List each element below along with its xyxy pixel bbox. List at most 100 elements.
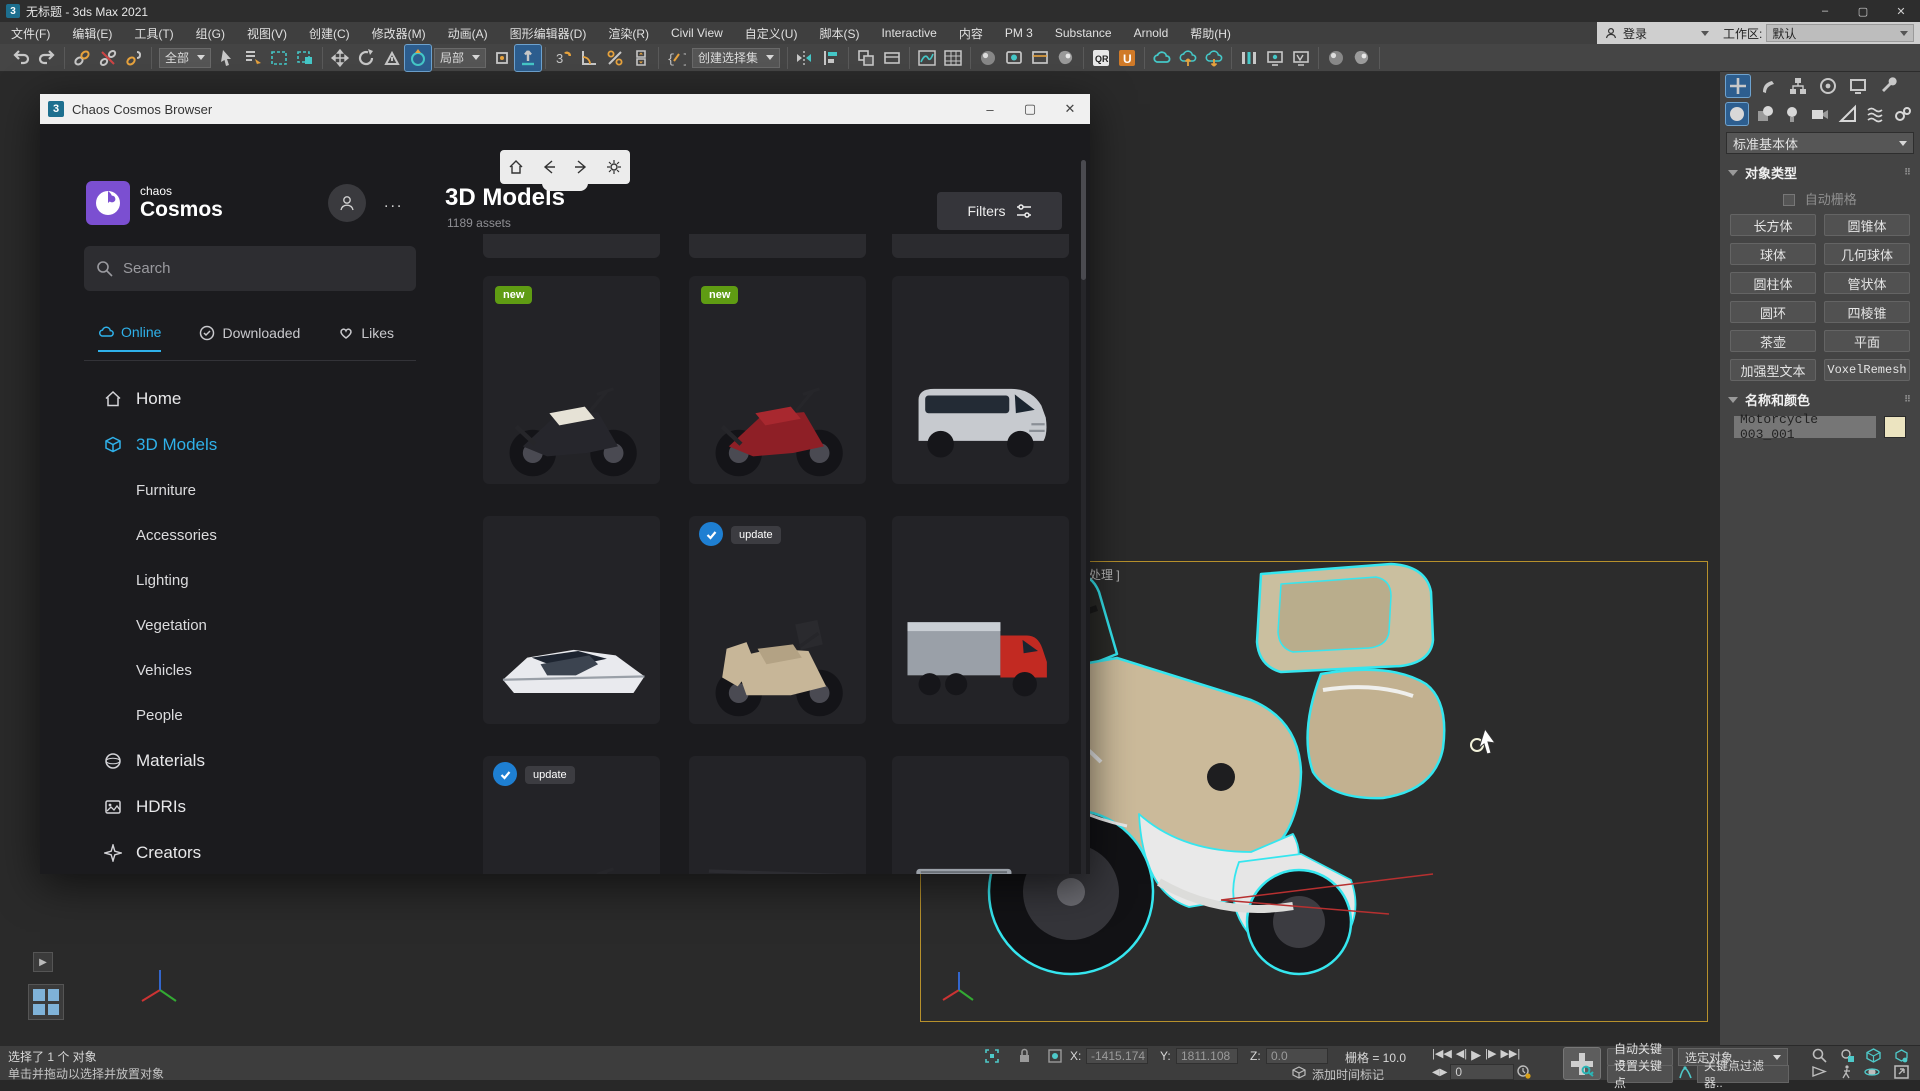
go-to-start-button[interactable]: |◀◀ — [1432, 1047, 1452, 1063]
zoom-all-icon[interactable] — [1840, 1048, 1855, 1063]
workspace-selector[interactable]: 工作区: 默认 — [1717, 22, 1920, 44]
sidebar-item-hdris[interactable]: HDRIs — [40, 784, 440, 830]
sidebar-item-people[interactable]: People — [40, 693, 440, 738]
asset-card-orange-motorcycle[interactable]: update — [483, 756, 660, 874]
asset-card-silver-van[interactable] — [892, 276, 1069, 484]
settings-gear-icon[interactable] — [606, 159, 622, 175]
percent-snap-toggle-icon[interactable] — [602, 45, 628, 71]
search-input[interactable]: Search — [84, 246, 416, 291]
asset-card-red-semi-truck[interactable] — [892, 516, 1069, 724]
menu-item-11[interactable]: Civil View — [660, 22, 734, 44]
object-type-rollout-header[interactable]: 对象类型 ⠿ — [1726, 160, 1914, 185]
ribbon-toggle-icon[interactable] — [879, 45, 905, 71]
hierarchy-tab-icon[interactable] — [1786, 75, 1810, 97]
menu-item-9[interactable]: 图形编辑器(D) — [499, 22, 598, 44]
menu-item-3[interactable]: 工具(T) — [123, 22, 184, 44]
partial-card[interactable] — [689, 234, 866, 258]
sidebar-item-lighting[interactable]: Lighting — [40, 558, 440, 603]
create-tab-icon[interactable] — [1726, 75, 1750, 97]
menu-item-16[interactable]: PM 3 — [994, 22, 1044, 44]
open-in-viewer-qr-icon[interactable]: QR — [1088, 45, 1114, 71]
y-coordinate-field[interactable]: 1811.108 — [1176, 1048, 1238, 1064]
primitive-button-管状体[interactable]: 管状体 — [1824, 272, 1910, 294]
asset-card-helicopter[interactable] — [689, 756, 866, 874]
absolute-offset-toggle-icon[interactable] — [1048, 1049, 1062, 1063]
curve-editor-icon[interactable] — [914, 45, 940, 71]
render-setup-icon[interactable] — [1001, 45, 1027, 71]
shapes-category-icon[interactable] — [1754, 103, 1776, 125]
more-options-button[interactable]: ... — [384, 194, 403, 212]
helpers-category-icon[interactable] — [1837, 103, 1859, 125]
utilities-tab-icon[interactable] — [1876, 75, 1900, 97]
play-button[interactable]: ▶ — [1471, 1047, 1481, 1063]
primitive-button-VoxelRemesh[interactable]: VoxelRemesh — [1824, 359, 1910, 381]
asset-card-touring-motorcycle[interactable]: update — [689, 516, 866, 724]
autogrid-checkbox[interactable] — [1783, 194, 1795, 206]
select-by-name-icon[interactable] — [240, 45, 266, 71]
filters-button[interactable]: Filters — [937, 192, 1062, 230]
z-coordinate-field[interactable]: 0.0 — [1266, 1048, 1328, 1064]
menu-item-17[interactable]: Substance — [1044, 22, 1123, 44]
partial-card[interactable] — [483, 234, 660, 258]
x-coordinate-field[interactable]: -1415.174 — [1086, 1048, 1148, 1064]
time-configuration-icon[interactable] — [1517, 1065, 1531, 1079]
menu-item-6[interactable]: 创建(C) — [298, 22, 361, 44]
undo-icon[interactable] — [8, 45, 34, 71]
selection-lock-icon[interactable] — [1018, 1048, 1031, 1063]
close-button[interactable]: ✕ — [1882, 0, 1920, 22]
account-avatar[interactable] — [328, 184, 366, 222]
select-and-scale-icon[interactable] — [379, 45, 405, 71]
primitive-button-茶壶[interactable]: 茶壶 — [1730, 330, 1816, 352]
cosmos-scrollbar[interactable] — [1081, 160, 1086, 874]
tab-downloaded[interactable]: Downloaded — [199, 324, 300, 352]
menu-item-1[interactable]: 文件(F) — [0, 22, 61, 44]
modify-tab-icon[interactable] — [1756, 75, 1780, 97]
menu-item-14[interactable]: Interactive — [870, 22, 947, 44]
edit-named-selection-sets-icon[interactable]: { } — [663, 45, 689, 71]
menu-item-18[interactable]: Arnold — [1123, 22, 1180, 44]
home-icon[interactable] — [508, 159, 524, 175]
primitive-button-四棱锥[interactable]: 四棱锥 — [1824, 301, 1910, 323]
menu-item-13[interactable]: 脚本(S) — [808, 22, 870, 44]
primitive-button-长方体[interactable]: 长方体 — [1730, 214, 1816, 236]
select-and-manipulate-icon[interactable] — [515, 45, 541, 71]
workspace-dropdown[interactable]: 默认 — [1766, 24, 1914, 42]
bind-to-space-warp-icon[interactable] — [121, 45, 147, 71]
asset-card-fire-truck[interactable] — [892, 756, 1069, 874]
set-keys-button[interactable] — [1563, 1047, 1601, 1080]
slate-material-editor-icon[interactable] — [1323, 45, 1349, 71]
forward-icon[interactable] — [573, 159, 589, 175]
geometry-category-icon[interactable] — [1726, 103, 1748, 125]
sidebar-item-materials[interactable]: Materials — [40, 738, 440, 784]
primitive-button-圆锥体[interactable]: 圆锥体 — [1824, 214, 1910, 236]
object-name-field[interactable]: Motorcycle 003_001 — [1734, 416, 1876, 438]
cameras-category-icon[interactable] — [1809, 103, 1831, 125]
key-filter-icon[interactable] — [1678, 1066, 1693, 1079]
sidebar-item-creators[interactable]: Creators — [40, 830, 440, 874]
login-dropdown[interactable]: 登录 — [1597, 22, 1717, 44]
partial-card[interactable] — [892, 234, 1069, 258]
schematic-view-icon[interactable] — [940, 45, 966, 71]
field-of-view-icon[interactable] — [1812, 1065, 1827, 1078]
sidebar-item-home[interactable]: Home — [40, 376, 440, 422]
zoom-icon[interactable] — [1812, 1048, 1827, 1063]
selection-filter-dropdown[interactable]: 全部 — [159, 48, 211, 68]
rectangular-selection-region-icon[interactable] — [266, 45, 292, 71]
select-and-rotate-icon[interactable] — [353, 45, 379, 71]
menu-item-19[interactable]: 帮助(H) — [1179, 22, 1242, 44]
asset-card-jet-ski[interactable] — [483, 516, 660, 724]
maximize-viewport-toggle-icon[interactable] — [1894, 1065, 1909, 1079]
menu-item-8[interactable]: 动画(A) — [437, 22, 499, 44]
menu-item-4[interactable]: 组(G) — [185, 22, 236, 44]
array-icon[interactable] — [1236, 45, 1262, 71]
zoom-extents-icon[interactable] — [1866, 1048, 1881, 1063]
select-and-place-icon[interactable] — [405, 45, 431, 71]
named-selection-sets-dropdown[interactable]: 创建选择集 — [692, 48, 780, 68]
cloud-download-icon[interactable] — [1201, 45, 1227, 71]
back-icon[interactable] — [541, 159, 557, 175]
usd-export-icon[interactable]: U — [1114, 45, 1140, 71]
reference-coordinate-system-dropdown[interactable]: 局部 — [434, 48, 486, 68]
viewport-shading-label[interactable]: 处理 ] — [1089, 566, 1120, 583]
primitive-button-圆环[interactable]: 圆环 — [1730, 301, 1816, 323]
cosmos-browser-icon[interactable] — [1149, 45, 1175, 71]
